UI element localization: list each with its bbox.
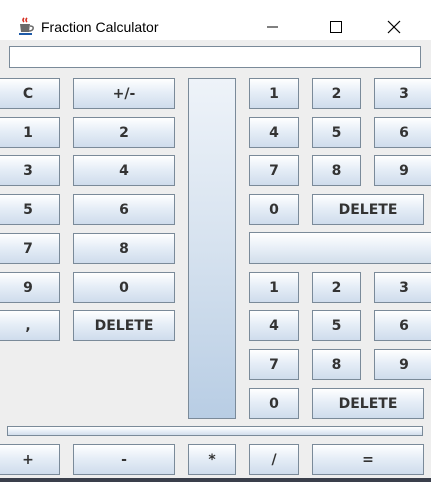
top-key-1[interactable]: 1 <box>249 78 299 109</box>
equals-button[interactable]: = <box>312 444 424 475</box>
right-fraction-separator <box>249 232 431 264</box>
bottom-key-3[interactable]: 3 <box>374 272 431 303</box>
left-key-6[interactable]: 6 <box>73 194 175 225</box>
comma-button[interactable]: , <box>0 310 60 341</box>
title-bar: Fraction Calculator <box>0 0 431 40</box>
minimize-icon <box>267 26 278 28</box>
minus-button[interactable]: - <box>73 444 175 475</box>
bottom-key-7[interactable]: 7 <box>249 349 299 380</box>
fraction-calculator-window: Fraction Calculator C +/- 1 2 3 4 5 6 7 … <box>0 0 431 478</box>
top-key-7[interactable]: 7 <box>249 155 299 186</box>
top-key-0[interactable]: 0 <box>249 194 299 225</box>
top-key-5[interactable]: 5 <box>312 117 361 148</box>
maximize-button[interactable] <box>312 12 358 42</box>
display-field[interactable] <box>9 46 421 68</box>
bottom-key-6[interactable]: 6 <box>374 310 431 341</box>
top-key-8[interactable]: 8 <box>312 155 361 186</box>
left-key-5[interactable]: 5 <box>0 194 60 225</box>
bottom-key-1[interactable]: 1 <box>249 272 299 303</box>
close-button[interactable] <box>370 12 416 42</box>
divide-button[interactable]: / <box>249 444 299 475</box>
fraction-divider-bar <box>188 78 236 419</box>
top-key-6[interactable]: 6 <box>374 117 431 148</box>
top-key-2[interactable]: 2 <box>312 78 361 109</box>
left-key-8[interactable]: 8 <box>73 233 175 264</box>
top-key-4[interactable]: 4 <box>249 117 299 148</box>
bottom-key-9[interactable]: 9 <box>374 349 431 380</box>
top-delete-button[interactable]: DELETE <box>312 194 424 225</box>
left-key-0[interactable]: 0 <box>73 272 175 303</box>
left-key-2[interactable]: 2 <box>73 117 175 148</box>
bottom-key-2[interactable]: 2 <box>312 272 361 303</box>
java-cup-icon <box>16 16 36 36</box>
minimize-button[interactable] <box>249 12 295 42</box>
left-key-3[interactable]: 3 <box>0 155 60 186</box>
left-delete-button[interactable]: DELETE <box>73 310 175 341</box>
bottom-key-4[interactable]: 4 <box>249 310 299 341</box>
sign-toggle-button[interactable]: +/- <box>73 78 175 109</box>
clear-button[interactable]: C <box>0 78 60 109</box>
plus-button[interactable]: + <box>0 444 60 475</box>
maximize-icon <box>330 21 342 33</box>
left-key-1[interactable]: 1 <box>0 117 60 148</box>
bottom-key-0[interactable]: 0 <box>249 388 299 419</box>
top-key-9[interactable]: 9 <box>374 155 431 186</box>
multiply-button[interactable]: * <box>188 444 236 475</box>
bottom-key-8[interactable]: 8 <box>312 349 361 380</box>
bottom-key-5[interactable]: 5 <box>312 310 361 341</box>
top-key-3[interactable]: 3 <box>374 78 431 109</box>
close-icon <box>387 20 401 34</box>
bottom-delete-button[interactable]: DELETE <box>312 388 424 419</box>
left-key-9[interactable]: 9 <box>0 272 60 303</box>
window-title: Fraction Calculator <box>41 19 159 35</box>
bottom-separator <box>7 426 423 436</box>
left-key-4[interactable]: 4 <box>73 155 175 186</box>
left-key-7[interactable]: 7 <box>0 233 60 264</box>
